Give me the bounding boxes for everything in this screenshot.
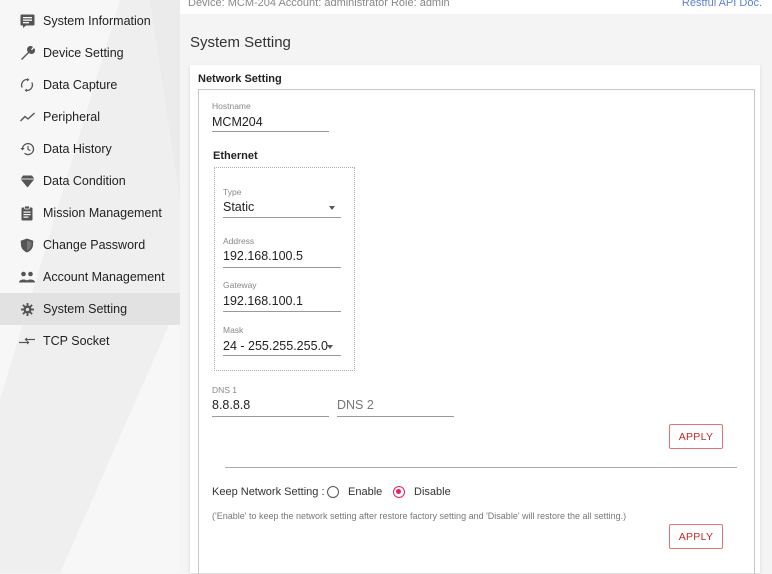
dns1-input[interactable]: 8.8.8.8 bbox=[212, 398, 250, 412]
diamond-icon bbox=[18, 172, 36, 190]
mask-underline bbox=[223, 355, 341, 356]
mask-select[interactable]: 24 - 255.255.255.0 bbox=[223, 339, 328, 353]
sidebar-item-change-password[interactable]: Change Password bbox=[0, 229, 180, 261]
gateway-label: Gateway bbox=[223, 280, 257, 290]
device-info: Device: MCM-204 Account: administrator R… bbox=[188, 0, 450, 9]
sidebar-item-label: Data History bbox=[43, 142, 112, 156]
sidebar-item-label: Device Setting bbox=[43, 46, 124, 60]
enable-radio[interactable] bbox=[327, 486, 339, 498]
sidebar-item-label: TCP Socket bbox=[43, 334, 110, 348]
hostname-input[interactable]: MCM204 bbox=[212, 115, 263, 129]
sidebar-item-label: Peripheral bbox=[43, 110, 100, 124]
address-input[interactable]: 192.168.100.5 bbox=[223, 249, 303, 263]
sidebar-item-label: Account Management bbox=[43, 270, 165, 284]
clipboard-icon bbox=[18, 204, 36, 222]
top-bar: Device: MCM-204 Account: administrator R… bbox=[180, 0, 772, 14]
sidebar-item-mission-management[interactable]: Mission Management bbox=[0, 197, 180, 229]
mask-label: Mask bbox=[223, 325, 244, 335]
sidebar-item-tcp-socket[interactable]: TCP Socket bbox=[0, 325, 180, 357]
chevron-down-icon bbox=[327, 345, 333, 349]
line-chart-icon bbox=[18, 108, 36, 126]
gateway-input[interactable]: 192.168.100.1 bbox=[223, 294, 303, 308]
sidebar-item-data-condition[interactable]: Data Condition bbox=[0, 165, 180, 197]
hostname-label: Hostname bbox=[212, 101, 251, 111]
sidebar-item-system-information[interactable]: System Information bbox=[0, 5, 180, 37]
disable-radio[interactable] bbox=[393, 486, 405, 498]
shield-icon bbox=[18, 236, 36, 254]
sync-icon bbox=[18, 76, 36, 94]
type-label: Type bbox=[223, 187, 242, 197]
enable-radio-label[interactable]: Enable bbox=[348, 486, 382, 498]
dns1-label: DNS 1 bbox=[212, 385, 238, 395]
sidebar-item-label: Data Capture bbox=[43, 78, 118, 92]
sidebar-item-system-setting[interactable]: System Setting bbox=[0, 293, 180, 325]
type-select[interactable]: Static bbox=[223, 200, 254, 214]
sidebar-item-account-management[interactable]: Account Management bbox=[0, 261, 180, 293]
history-icon bbox=[18, 140, 36, 158]
sidebar: System Information Device Setting Data C… bbox=[0, 0, 180, 573]
info-panel-icon bbox=[18, 12, 36, 30]
sidebar-item-device-setting[interactable]: Device Setting bbox=[0, 37, 180, 69]
type-underline bbox=[223, 217, 341, 218]
sidebar-item-label: System Setting bbox=[43, 302, 128, 316]
sidebar-item-label: System Information bbox=[43, 14, 151, 28]
hostname-underline bbox=[212, 131, 329, 132]
wrench-icon bbox=[18, 44, 36, 62]
gear-icon bbox=[18, 300, 36, 318]
divider bbox=[225, 467, 737, 468]
sidebar-item-data-capture[interactable]: Data Capture bbox=[0, 69, 180, 101]
dns1-underline bbox=[212, 416, 329, 417]
sidebar-item-label: Data Condition bbox=[43, 174, 126, 188]
sidebar-item-label: Mission Management bbox=[43, 206, 162, 220]
ethernet-title: Ethernet bbox=[213, 150, 258, 162]
disable-radio-label[interactable]: Disable bbox=[414, 486, 451, 498]
sidebar-item-peripheral[interactable]: Peripheral bbox=[0, 101, 180, 133]
page-title: System Setting bbox=[190, 34, 291, 51]
apply-button[interactable]: APPLY bbox=[669, 424, 723, 449]
users-icon bbox=[18, 268, 36, 286]
restful-api-doc-link[interactable]: Restful API Doc. bbox=[682, 0, 762, 10]
keep-network-setting-label: Keep Network Setting : bbox=[212, 486, 325, 498]
section-title: Network Setting bbox=[198, 73, 282, 85]
gateway-underline bbox=[223, 311, 341, 312]
sidebar-item-data-history[interactable]: Data History bbox=[0, 133, 180, 165]
address-label: Address bbox=[223, 236, 255, 246]
dns2-underline bbox=[337, 416, 454, 417]
keep-setting-note: ('Enable' to keep the network setting af… bbox=[212, 511, 627, 521]
sidebar-item-label: Change Password bbox=[43, 238, 146, 252]
chevron-down-icon bbox=[329, 206, 335, 210]
arrows-icon bbox=[18, 332, 36, 350]
address-underline bbox=[223, 267, 341, 268]
dns2-input[interactable]: DNS 2 bbox=[337, 398, 374, 412]
keep-apply-button[interactable]: APPLY bbox=[669, 524, 723, 549]
